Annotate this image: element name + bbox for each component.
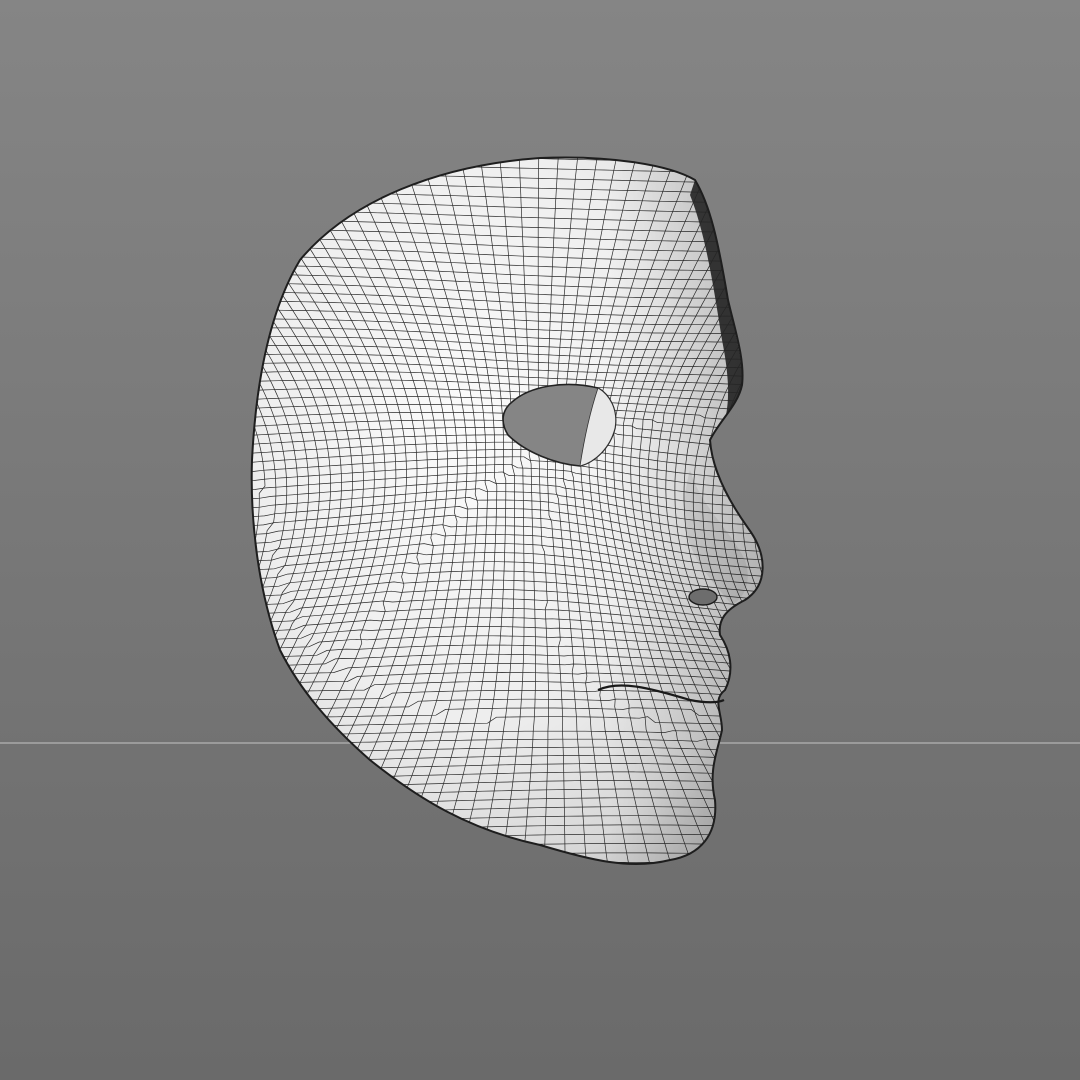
viewport-scene[interactable] bbox=[0, 0, 1080, 1080]
3d-viewport[interactable] bbox=[0, 0, 1080, 1080]
nostril bbox=[688, 588, 718, 606]
